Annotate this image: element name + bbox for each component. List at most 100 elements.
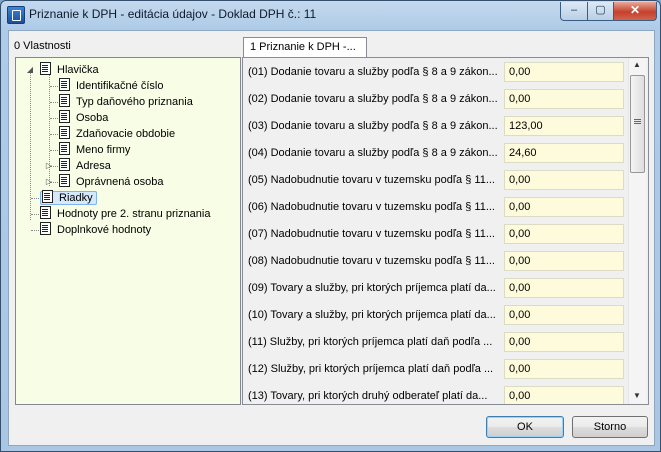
tree-item-content: Hlavička <box>40 62 99 76</box>
tree-item-content: Typ daňového priznania <box>59 94 193 108</box>
tree-item-label: Identifikačné číslo <box>76 80 164 92</box>
document-icon <box>40 62 51 75</box>
tree-item[interactable]: Meno firmy <box>59 142 130 158</box>
tree-item[interactable]: Identifikačné číslo <box>59 78 163 94</box>
tree-item-content: Oprávnená osoba <box>59 174 164 188</box>
field-label: (03) Dodanie tovaru a služby podľa § 8 a… <box>248 120 498 132</box>
field-label: (10) Tovary a služby, pri ktorých príjem… <box>248 309 496 321</box>
tree-branch-line <box>50 102 58 103</box>
tree-item-content: Hodnoty pre 2. stranu priznania <box>40 206 211 220</box>
tree-item-selected: Riadky <box>40 190 97 205</box>
grip-icon <box>634 119 641 120</box>
tree-item-label: Riadky <box>59 192 93 204</box>
document-icon <box>59 94 70 107</box>
field-label: (09) Tovary a služby, pri ktorých príjem… <box>248 282 496 294</box>
tree-item[interactable]: Typ daňového priznania <box>59 94 193 110</box>
tree-branch-line <box>50 150 58 151</box>
tree-item[interactable]: Doplnkové hodnoty <box>40 222 151 238</box>
field-value-input[interactable]: 0,00 <box>504 197 624 217</box>
document-icon <box>40 206 51 219</box>
properties-tree[interactable]: ◢ Hlavička Identifikačné číslo Typ daňového… <box>15 57 241 405</box>
tree-item[interactable]: Oprávnená osoba <box>59 174 163 190</box>
tree-item-content: Identifikačné číslo <box>59 78 164 92</box>
tree-item[interactable]: Zdaňovacie obdobie <box>59 126 175 142</box>
tree-item[interactable]: Hodnoty pre 2. stranu priznania <box>40 206 210 222</box>
tree-item-label: Osoba <box>76 112 109 124</box>
field-value-input[interactable]: 0,00 <box>504 332 624 352</box>
dialog-body: 0 Vlastnosti ◢ Hlavička Identifikačné čísl… <box>8 30 655 446</box>
field-value-input[interactable]: 24,60 <box>504 143 624 163</box>
scroll-down-arrow-icon[interactable]: ▼ <box>633 391 641 400</box>
field-label: (05) Nadobudnutie tovaru v tuzemsku podľ… <box>248 174 495 186</box>
tree-item-content: Adresa <box>59 158 111 172</box>
tree-item-label: Adresa <box>76 160 111 172</box>
field-value-input[interactable]: 0,00 <box>504 89 624 109</box>
field-value-input[interactable]: 0,00 <box>504 251 624 271</box>
document-icon <box>40 222 51 235</box>
tree-item-content: Doplnkové hodnoty <box>40 222 152 236</box>
scroll-up-arrow-icon[interactable]: ▲ <box>633 60 641 69</box>
field-value-input[interactable]: 0,00 <box>504 386 624 404</box>
tree-branch-line <box>31 198 39 199</box>
tree-item[interactable]: Hlavička <box>40 62 99 78</box>
scroll-thumb[interactable] <box>630 75 645 173</box>
document-icon <box>59 174 70 187</box>
expand-arrow-icon[interactable]: ▷ <box>45 177 53 186</box>
field-value-input[interactable]: 0,00 <box>504 224 624 244</box>
cancel-button[interactable]: Storno <box>572 416 648 438</box>
fields-panel: 0,00 0,00 0,00 0,00 0,00 0,00 0,00 0,00 0,00 24,6… <box>242 57 649 405</box>
tree-item-content: Osoba <box>59 110 109 124</box>
tree-item-label: Zdaňovacie obdobie <box>76 128 176 140</box>
tree-branch-line <box>31 214 39 215</box>
field-label: (11) Služby, pri ktorých príjemca platí … <box>248 336 493 348</box>
vertical-scrollbar[interactable]: ▲ ▼ <box>628 58 646 404</box>
tree-branch-line <box>50 134 58 135</box>
tree-item-content: Meno firmy <box>59 142 131 156</box>
document-icon <box>59 110 70 123</box>
field-label: (06) Nadobudnutie tovaru v tuzemsku podľ… <box>248 201 495 213</box>
tree-branch-line <box>50 86 58 87</box>
tree-item[interactable]: Adresa <box>59 158 111 174</box>
document-icon <box>42 190 53 203</box>
tree-item-label: Oprávnená osoba <box>76 176 164 188</box>
title-bar[interactable]: Priznanie k DPH - editácia údajov - Dokl… <box>1 1 660 29</box>
dialog-window: Priznanie k DPH - editácia údajov - Dokl… <box>0 0 661 452</box>
document-icon <box>59 78 70 91</box>
field-label: (07) Nadobudnutie tovaru v tuzemsku podľ… <box>248 228 495 240</box>
tree-item-content: Zdaňovacie obdobie <box>59 126 176 140</box>
field-value-input[interactable]: 0,00 <box>504 170 624 190</box>
field-label: (04) Dodanie tovaru a služby podľa § 8 a… <box>248 147 498 159</box>
app-icon <box>7 6 25 24</box>
maximize-button[interactable]: ▢ <box>587 2 614 21</box>
window-title: Priznanie k DPH - editácia údajov - Dokl… <box>29 7 317 21</box>
document-icon <box>59 126 70 139</box>
tree-item-label: Hlavička <box>57 64 99 76</box>
document-icon <box>59 142 70 155</box>
field-label: (08) Nadobudnutie tovaru v tuzemsku podľ… <box>248 255 495 267</box>
minimize-button[interactable]: – <box>560 2 588 21</box>
field-label: (12) Služby, pri ktorých príjemca platí … <box>248 363 494 375</box>
field-label: (01) Dodanie tovaru a služby podľa § 8 a… <box>248 66 498 78</box>
tree-item-label: Doplnkové hodnoty <box>57 224 152 236</box>
tab-priznanie-k-dph[interactable]: 1 Priznanie k DPH -... <box>243 37 367 57</box>
properties-label: 0 Vlastnosti <box>14 40 71 52</box>
tree-item-label: Meno firmy <box>76 144 131 156</box>
ok-button[interactable]: OK <box>486 416 564 438</box>
field-label: (02) Dodanie tovaru a služby podľa § 8 a… <box>248 93 498 105</box>
document-icon <box>59 158 70 171</box>
tree-item[interactable]: Riadky <box>40 190 97 206</box>
expand-arrow-icon[interactable]: ▷ <box>45 161 53 170</box>
field-label: (13) Tovary, pri ktorých druhý odberateľ… <box>248 390 488 402</box>
field-value-input[interactable]: 0,00 <box>504 305 624 325</box>
tree-item[interactable]: Osoba <box>59 110 108 126</box>
tree-branch-line <box>50 118 58 119</box>
tree-item-label: Hodnoty pre 2. stranu priznania <box>57 208 211 220</box>
field-value-input[interactable]: 0,00 <box>504 62 624 82</box>
tree-branch-line <box>31 230 39 231</box>
tree-item-label: Typ daňového priznania <box>76 96 193 108</box>
field-value-input[interactable]: 0,00 <box>504 359 624 379</box>
field-value-input[interactable]: 0,00 <box>504 278 624 298</box>
collapse-arrow-icon[interactable]: ◢ <box>26 65 34 74</box>
close-button[interactable]: ✕ <box>613 2 657 21</box>
field-value-input[interactable]: 123,00 <box>504 116 624 136</box>
